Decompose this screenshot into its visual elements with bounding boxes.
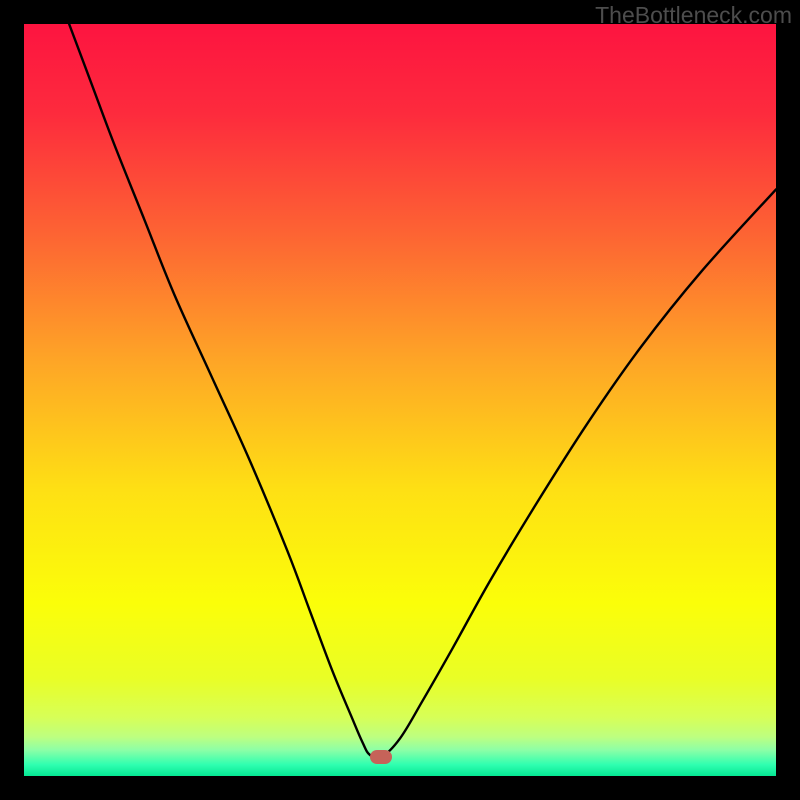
bottleneck-curve — [69, 24, 776, 759]
plot-area — [24, 24, 776, 776]
optimum-marker — [370, 750, 392, 764]
watermark-text: TheBottleneck.com — [595, 2, 792, 29]
chart-stage: TheBottleneck.com — [0, 0, 800, 800]
curve-layer — [24, 24, 776, 776]
